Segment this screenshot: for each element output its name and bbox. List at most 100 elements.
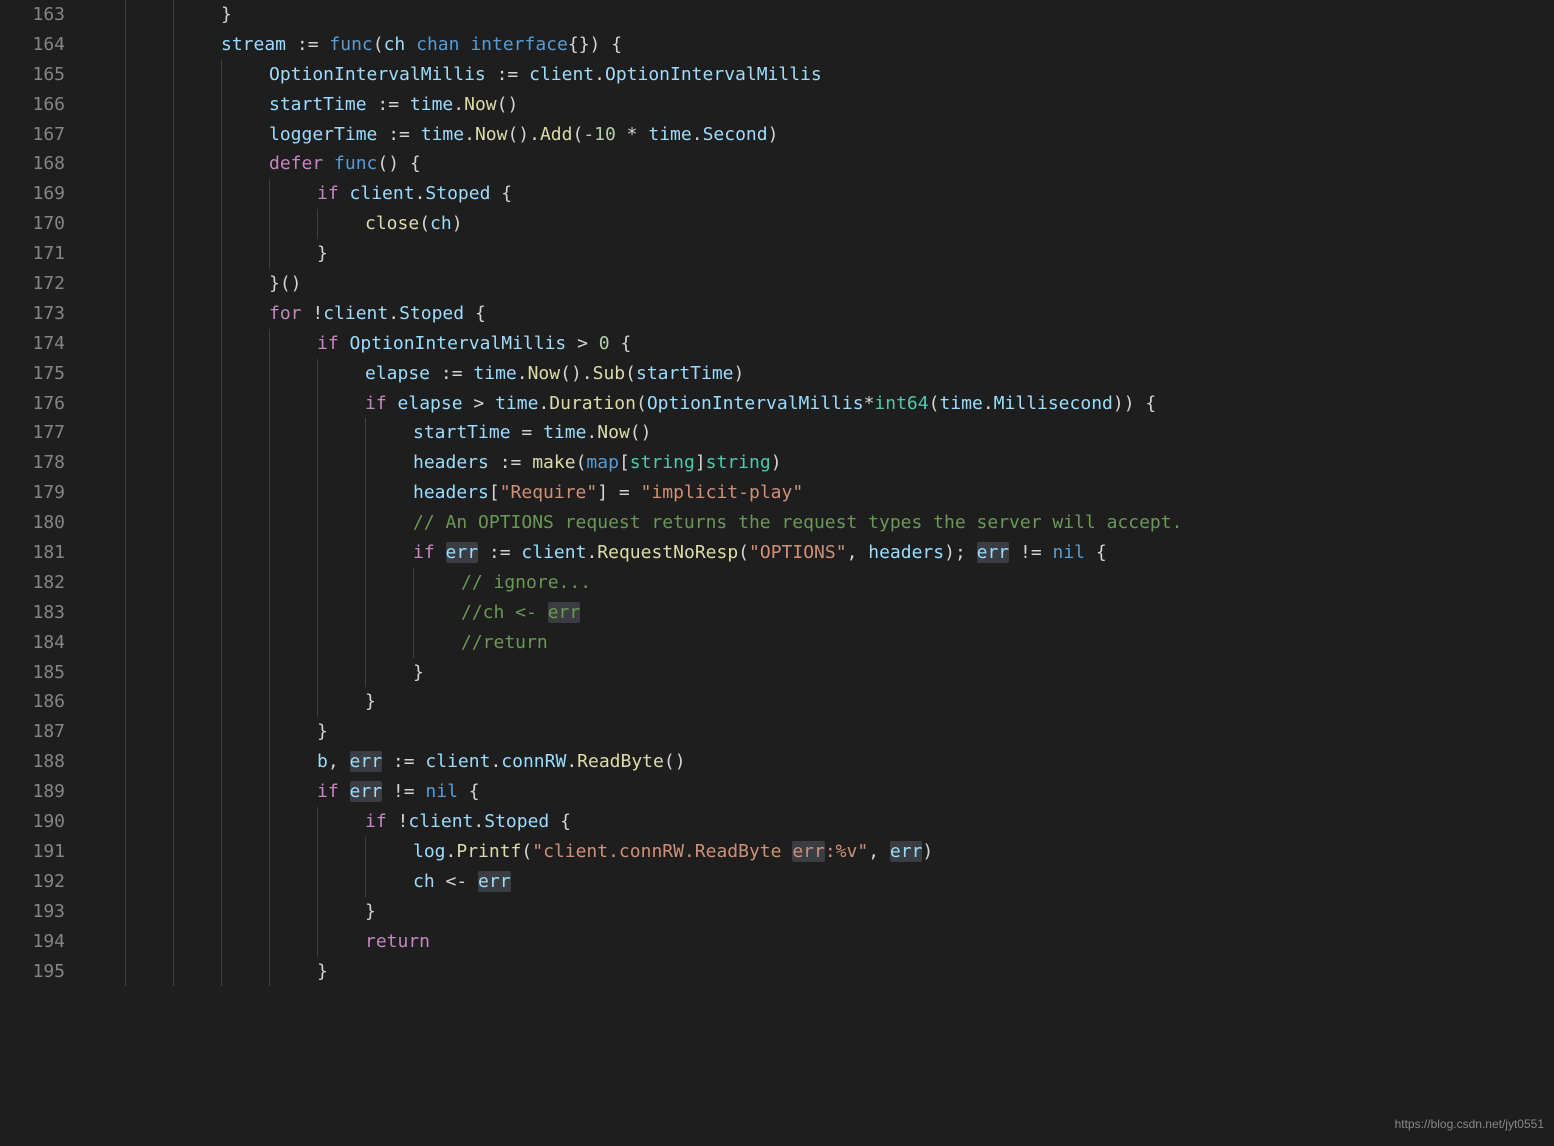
token-punct: { xyxy=(458,781,480,802)
token-op xyxy=(339,333,350,354)
code-line[interactable]: //ch <- err xyxy=(85,598,1554,628)
token-var: err xyxy=(478,871,511,892)
token-punct: ( xyxy=(636,393,647,414)
token-op: := xyxy=(486,64,529,85)
code-line-content: } xyxy=(85,243,328,264)
code-line[interactable]: return xyxy=(85,927,1554,957)
code-line-content: // ignore... xyxy=(85,572,591,593)
code-line[interactable]: OptionIntervalMillis := client.OptionInt… xyxy=(85,60,1554,90)
line-number: 181 xyxy=(0,538,65,568)
token-op: := xyxy=(489,452,532,473)
line-number: 163 xyxy=(0,0,65,30)
code-line[interactable]: } xyxy=(85,687,1554,717)
code-line-content: } xyxy=(85,901,376,922)
token-var: client xyxy=(521,542,586,563)
code-line[interactable]: if elapse > time.Duration(OptionInterval… xyxy=(85,389,1554,419)
token-var: log xyxy=(413,841,446,862)
code-line[interactable]: loggerTime := time.Now().Add(-10 * time.… xyxy=(85,120,1554,150)
code-line-content: } xyxy=(85,4,232,25)
token-punct: } xyxy=(365,901,376,922)
code-line[interactable]: } xyxy=(85,658,1554,688)
code-line[interactable]: } xyxy=(85,717,1554,747)
line-number: 190 xyxy=(0,807,65,837)
token-var: client xyxy=(408,811,473,832)
token-func: make xyxy=(532,452,575,473)
watermark-text: https://blog.csdn.net/jyt0551 xyxy=(1395,1110,1544,1140)
line-number: 189 xyxy=(0,777,65,807)
token-var: time xyxy=(473,363,516,384)
code-line[interactable]: if client.Stoped { xyxy=(85,179,1554,209)
code-line-content: b, err := client.connRW.ReadByte() xyxy=(85,751,686,772)
token-kw: if xyxy=(317,333,339,354)
token-var: err xyxy=(977,542,1010,563)
line-number: 169 xyxy=(0,179,65,209)
code-line-content: headers["Require"] = "implicit-play" xyxy=(85,482,803,503)
code-content[interactable]: } stream := func(ch chan interface{}) {Op… xyxy=(85,0,1554,1146)
line-number: 194 xyxy=(0,927,65,957)
code-line[interactable]: close(ch) xyxy=(85,209,1554,239)
code-line[interactable]: if OptionIntervalMillis > 0 { xyxy=(85,329,1554,359)
token-punct: ) xyxy=(452,213,463,234)
token-punct: . xyxy=(473,811,484,832)
token-kw: if xyxy=(317,183,339,204)
code-line[interactable]: // ignore... xyxy=(85,568,1554,598)
code-line-content: } xyxy=(85,961,328,982)
token-var: err xyxy=(350,751,383,772)
code-line[interactable]: headers["Require"] = "implicit-play" xyxy=(85,478,1554,508)
code-line-content: } xyxy=(85,721,328,742)
code-line[interactable]: if err := client.RequestNoResp("OPTIONS"… xyxy=(85,538,1554,568)
token-var: Stoped xyxy=(484,811,549,832)
token-var: startTime xyxy=(636,363,734,384)
code-line[interactable]: if !client.Stoped { xyxy=(85,807,1554,837)
code-line[interactable]: }() xyxy=(85,269,1554,299)
code-line-content: defer func() { xyxy=(85,153,421,174)
token-kw: if xyxy=(317,781,339,802)
token-punct: { xyxy=(549,811,571,832)
code-line[interactable]: b, err := client.connRW.ReadByte() xyxy=(85,747,1554,777)
token-func: Now xyxy=(597,422,630,443)
token-type: string xyxy=(630,452,695,473)
code-line[interactable]: } xyxy=(85,897,1554,927)
code-line[interactable]: if err != nil { xyxy=(85,777,1554,807)
code-line[interactable]: elapse := time.Now().Sub(startTime) xyxy=(85,359,1554,389)
line-number: 164 xyxy=(0,30,65,60)
token-func: Now xyxy=(464,94,497,115)
token-punct: . xyxy=(594,64,605,85)
code-line[interactable]: for !client.Stoped { xyxy=(85,299,1554,329)
line-number: 173 xyxy=(0,299,65,329)
line-number: 167 xyxy=(0,120,65,150)
token-punct: } xyxy=(413,662,424,683)
code-editor[interactable]: 1631641651661671681691701711721731741751… xyxy=(0,0,1554,1146)
code-line[interactable]: startTime := time.Now() xyxy=(85,90,1554,120)
token-builtin: map xyxy=(586,452,619,473)
code-line[interactable]: startTime = time.Now() xyxy=(85,418,1554,448)
token-var: b xyxy=(317,751,328,772)
token-func: ReadByte xyxy=(577,751,664,772)
token-builtin: func xyxy=(329,34,372,55)
token-op: := xyxy=(478,542,521,563)
token-op: := xyxy=(377,124,420,145)
token-var: err xyxy=(350,781,383,802)
token-op xyxy=(323,153,334,174)
code-line[interactable]: } xyxy=(85,239,1554,269)
token-punct: . xyxy=(388,303,399,324)
line-number: 193 xyxy=(0,897,65,927)
code-line[interactable]: log.Printf("client.connRW.ReadByte err:%… xyxy=(85,837,1554,867)
code-line[interactable]: //return xyxy=(85,628,1554,658)
code-line[interactable]: } xyxy=(85,957,1554,987)
line-number: 166 xyxy=(0,90,65,120)
token-op xyxy=(339,781,350,802)
token-punct: ) xyxy=(768,124,779,145)
token-op: ] = xyxy=(597,482,640,503)
code-line[interactable]: stream := func(ch chan interface{}) { xyxy=(85,30,1554,60)
code-line[interactable]: headers := make(map[string]string) xyxy=(85,448,1554,478)
code-line[interactable]: } xyxy=(85,0,1554,30)
code-line[interactable]: defer func() { xyxy=(85,149,1554,179)
token-var: time xyxy=(939,393,982,414)
token-op: := xyxy=(286,34,329,55)
token-op: > xyxy=(566,333,599,354)
token-var: headers xyxy=(413,452,489,473)
code-line[interactable]: ch <- err xyxy=(85,867,1554,897)
token-kw: return xyxy=(365,931,430,952)
code-line[interactable]: // An OPTIONS request returns the reques… xyxy=(85,508,1554,538)
